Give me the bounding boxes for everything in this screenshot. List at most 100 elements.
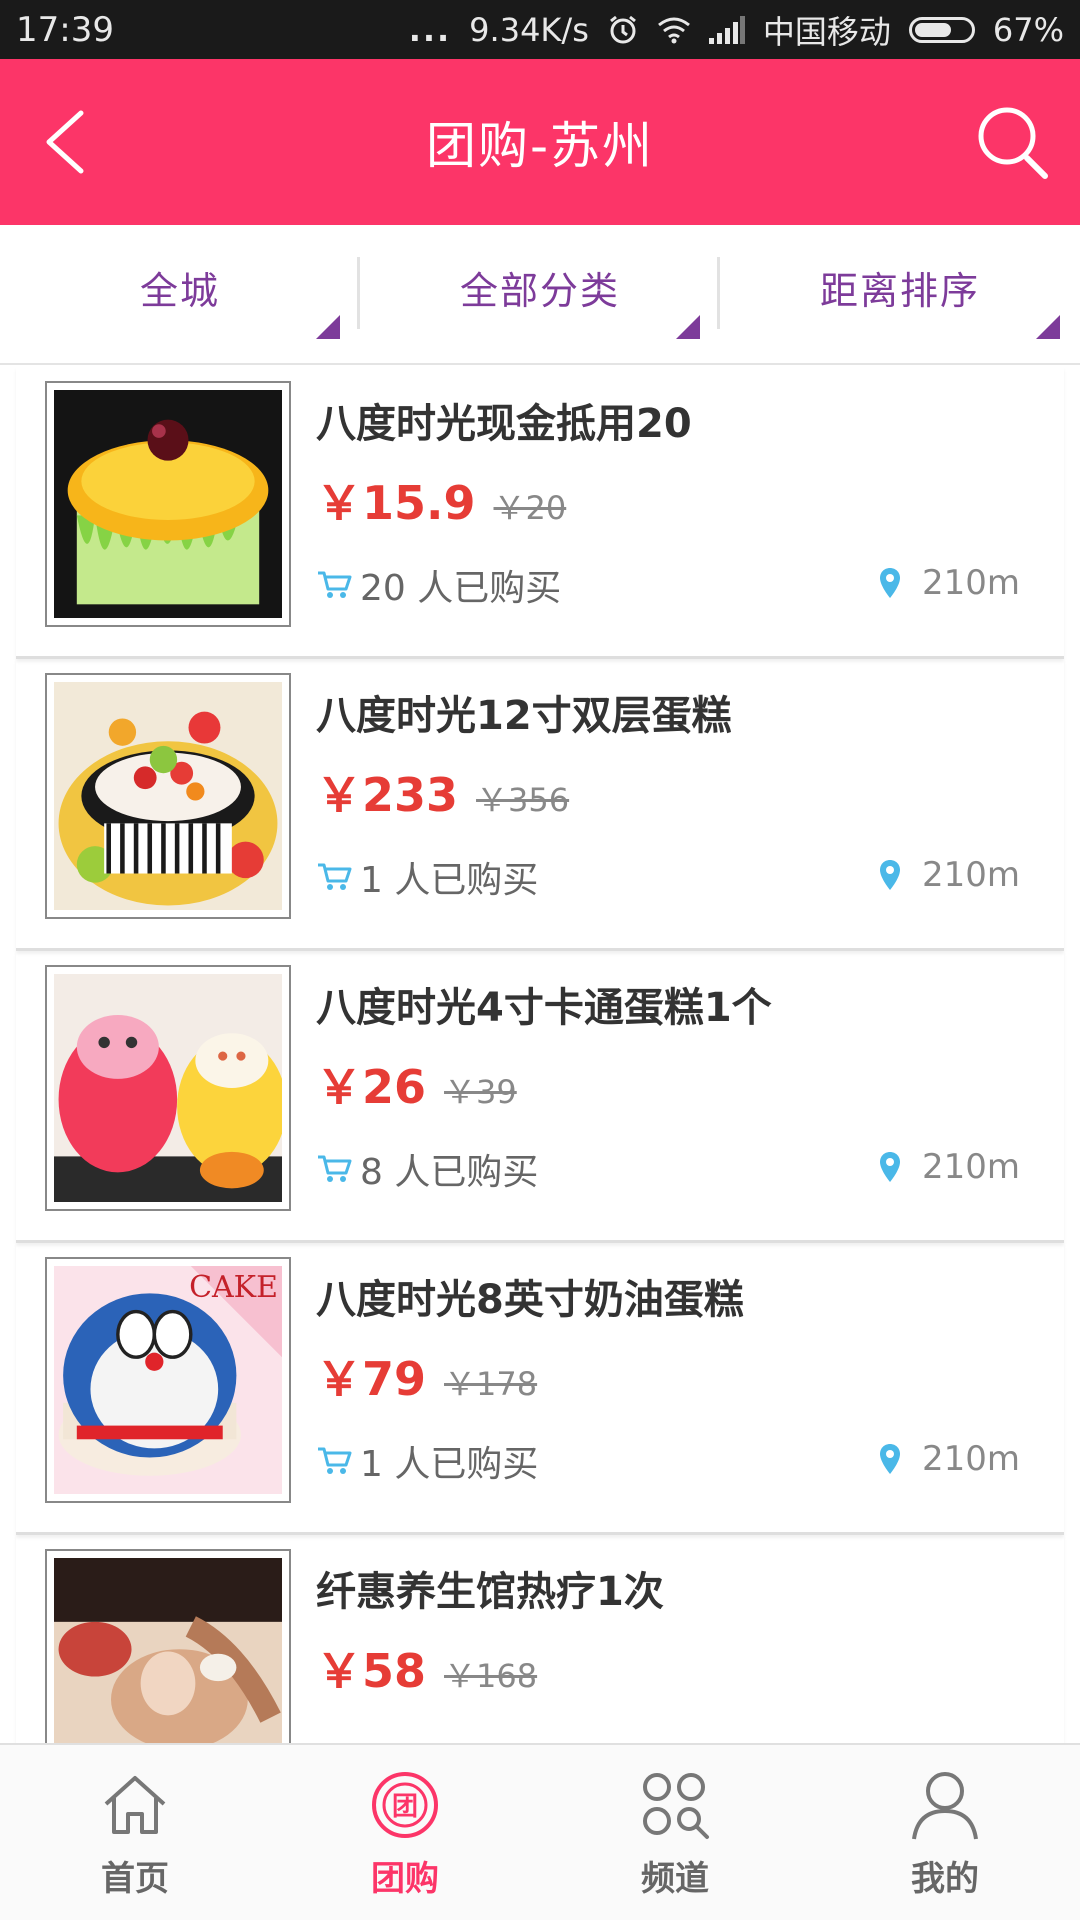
- filter-sort[interactable]: 距离排序: [720, 225, 1080, 363]
- filter-area[interactable]: 全城: [0, 225, 360, 363]
- status-time: 17:39: [16, 9, 114, 50]
- price-row: ￥58 ￥168: [316, 1635, 537, 1701]
- distance-row: 210m: [878, 855, 1020, 895]
- filter-category[interactable]: 全部分类: [360, 225, 720, 363]
- price-row: ￥26 ￥39: [316, 1051, 517, 1117]
- deal-thumbnail: [45, 673, 291, 919]
- original-price: ￥168: [444, 1657, 538, 1695]
- deal-title: 八度时光4寸卡通蛋糕1个: [316, 985, 772, 1031]
- status-dots: ...: [408, 10, 452, 49]
- back-button[interactable]: [30, 103, 100, 181]
- distance: 210m: [921, 563, 1020, 603]
- sold-count: 1 人已购买: [360, 860, 539, 901]
- sold-count: 1 人已购买: [360, 1444, 539, 1485]
- filter-sort-label: 距离排序: [819, 268, 980, 313]
- distance-row: 210m: [878, 563, 1020, 603]
- sold-row: 1 人已购买: [316, 1435, 538, 1487]
- price-row: ￥79 ￥178: [316, 1343, 537, 1409]
- filter-bar: 全城 全部分类 距离排序: [0, 225, 1080, 365]
- original-price: ￥20: [493, 489, 567, 527]
- deal-item[interactable]: CAKE 八度时光8英寸奶油蛋糕 ￥79 ￥178 1 人已购买 210m: [16, 1243, 1064, 1535]
- cartoon-cake-image: [54, 974, 282, 1202]
- filter-category-label: 全部分类: [459, 268, 620, 313]
- chevron-left-icon: [46, 110, 84, 174]
- sold-row: 1 人已购买: [316, 851, 538, 903]
- search-icon: [978, 107, 1048, 179]
- battery-percent: 67%: [992, 10, 1064, 49]
- sold-row: 8 人已购买: [316, 1143, 538, 1195]
- price-row: ￥233 ￥356: [316, 759, 569, 825]
- deal-thumbnail: [45, 381, 291, 627]
- deal-thumbnail: [45, 1549, 291, 1743]
- carrier-name: 中国移动: [762, 12, 891, 51]
- user-icon: [912, 1772, 978, 1840]
- dropdown-triangle-icon: [316, 315, 340, 339]
- cake-image-text: CAKE: [189, 1270, 278, 1305]
- battery-level: [914, 22, 952, 37]
- filter-area-label: 全城: [139, 268, 220, 313]
- location-pin-icon: [879, 1152, 900, 1182]
- sold-row: 20 人已购买: [316, 559, 561, 611]
- nav-home[interactable]: 首页: [0, 1745, 270, 1920]
- location-pin-icon: [879, 568, 900, 598]
- original-price: ￥39: [444, 1073, 517, 1111]
- original-price: ￥178: [444, 1365, 538, 1403]
- deal-item[interactable]: 八度时光12寸双层蛋糕 ￥233 ￥356 1 人已购买 210m: [16, 659, 1064, 951]
- nav-group-buy-label: 团购: [371, 1859, 439, 1899]
- distance: 210m: [921, 1147, 1020, 1187]
- deal-title: 纤惠养生馆热疗1次: [316, 1569, 664, 1615]
- deal-item[interactable]: 纤惠养生馆热疗1次 ￥58 ￥168: [16, 1535, 1064, 1743]
- deal-title: 八度时光8英寸奶油蛋糕: [316, 1277, 744, 1323]
- deal-price: ￥233: [316, 768, 459, 822]
- deal-item[interactable]: 八度时光4寸卡通蛋糕1个 ￥26 ￥39 8 人已购买 210m: [16, 951, 1064, 1243]
- distance: 210m: [921, 855, 1020, 895]
- deal-price: ￥15.9: [316, 476, 476, 530]
- price-row: ￥15.9 ￥20: [316, 467, 566, 533]
- distance-row: 210m: [878, 1439, 1020, 1479]
- nav-channel-label: 频道: [641, 1859, 709, 1899]
- nav-channel[interactable]: 频道: [540, 1745, 810, 1920]
- sold-count: 20 人已购买: [360, 568, 562, 609]
- deal-price: ￥26: [316, 1060, 427, 1114]
- bottom-nav: 首页 团 团购 频道 我的: [0, 1743, 1080, 1920]
- cart-icon: [318, 1447, 352, 1474]
- svg-text:团: 团: [392, 1792, 418, 1822]
- spa-therapy-image: [54, 1558, 282, 1743]
- channel-grid-icon: [643, 1773, 709, 1839]
- nav-group-buy[interactable]: 团 团购: [270, 1745, 540, 1920]
- fruit-cake-image: [54, 682, 282, 910]
- page-title: 团购-苏州: [425, 117, 655, 175]
- nav-home-label: 首页: [101, 1859, 169, 1899]
- cart-icon: [318, 571, 352, 598]
- battery-icon: [908, 16, 975, 43]
- deal-thumbnail: CAKE: [45, 1257, 291, 1503]
- deal-thumbnail: [45, 965, 291, 1211]
- nav-mine-label: 我的: [911, 1859, 979, 1899]
- sold-count: 8 人已购买: [360, 1152, 539, 1193]
- location-pin-icon: [879, 860, 900, 890]
- wifi-icon: [657, 16, 691, 44]
- nav-mine[interactable]: 我的: [810, 1745, 1080, 1920]
- network-speed: 9.34K/s: [469, 10, 589, 49]
- signal-icon: [708, 15, 745, 44]
- deal-price: ￥79: [316, 1352, 427, 1406]
- group-buy-icon: 团: [372, 1772, 438, 1838]
- search-button[interactable]: [972, 101, 1054, 183]
- status-bar: 17:39 ... 9.34K/s 中国移动 67%: [0, 0, 1080, 59]
- dropdown-triangle-icon: [676, 315, 700, 339]
- alarm-icon: [607, 14, 639, 46]
- distance: 210m: [921, 1439, 1020, 1479]
- deal-item[interactable]: 八度时光现金抵用20 ￥15.9 ￥20 20 人已购买 210m: [16, 367, 1064, 659]
- original-price: ￥356: [476, 781, 570, 819]
- deal-title: 八度时光现金抵用20: [316, 401, 692, 447]
- deal-title: 八度时光12寸双层蛋糕: [316, 693, 732, 739]
- mango-cake-image: [54, 390, 282, 618]
- location-pin-icon: [879, 1444, 900, 1474]
- status-indicators: ... 9.34K/s 中国移动 67%: [409, 7, 1064, 53]
- distance-row: 210m: [878, 1147, 1020, 1187]
- home-icon: [104, 1776, 166, 1834]
- deal-list[interactable]: 八度时光现金抵用20 ￥15.9 ￥20 20 人已购买 210m 八度时光12…: [0, 367, 1080, 1743]
- deal-price: ￥58: [316, 1644, 427, 1698]
- dropdown-triangle-icon: [1036, 315, 1060, 339]
- app-header: 团购-苏州: [0, 59, 1080, 225]
